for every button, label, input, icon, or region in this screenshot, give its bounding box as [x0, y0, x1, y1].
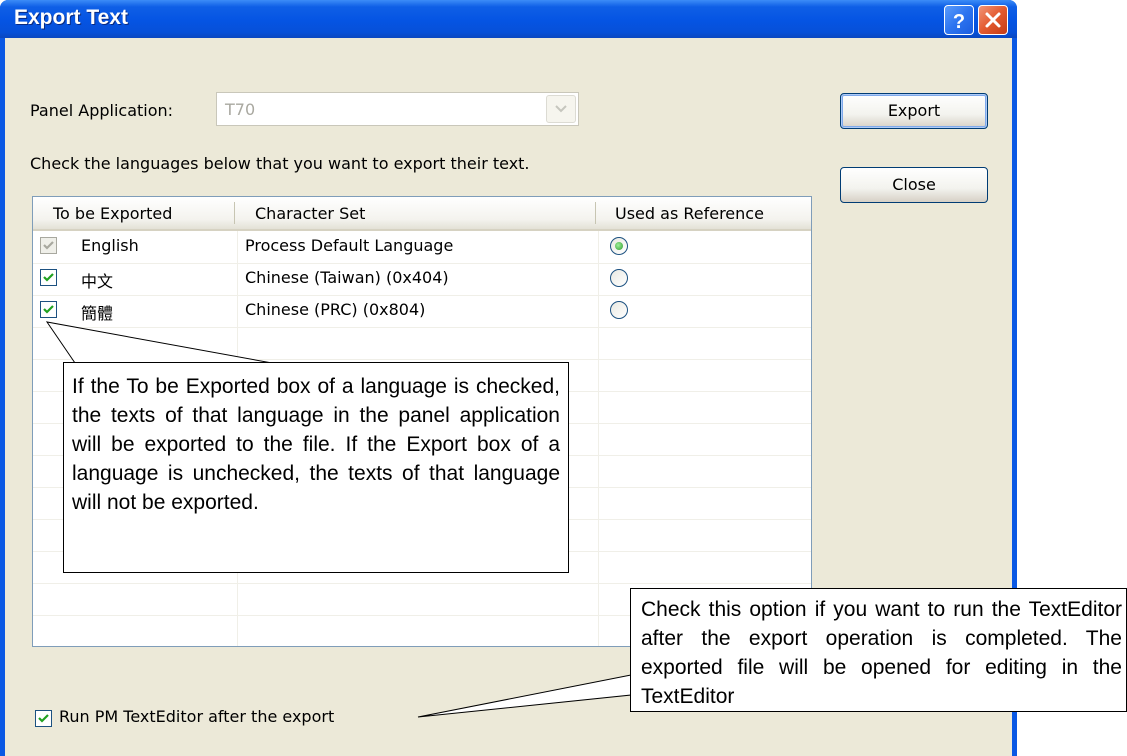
- callout-pointer-run-editor: [417, 674, 632, 718]
- callout-export-checkbox: If the To be Exported box of a language …: [63, 362, 569, 573]
- callout-pointer-export-box: [45, 321, 273, 364]
- callout-run-texteditor: Check this option if you want to run the…: [630, 588, 1127, 712]
